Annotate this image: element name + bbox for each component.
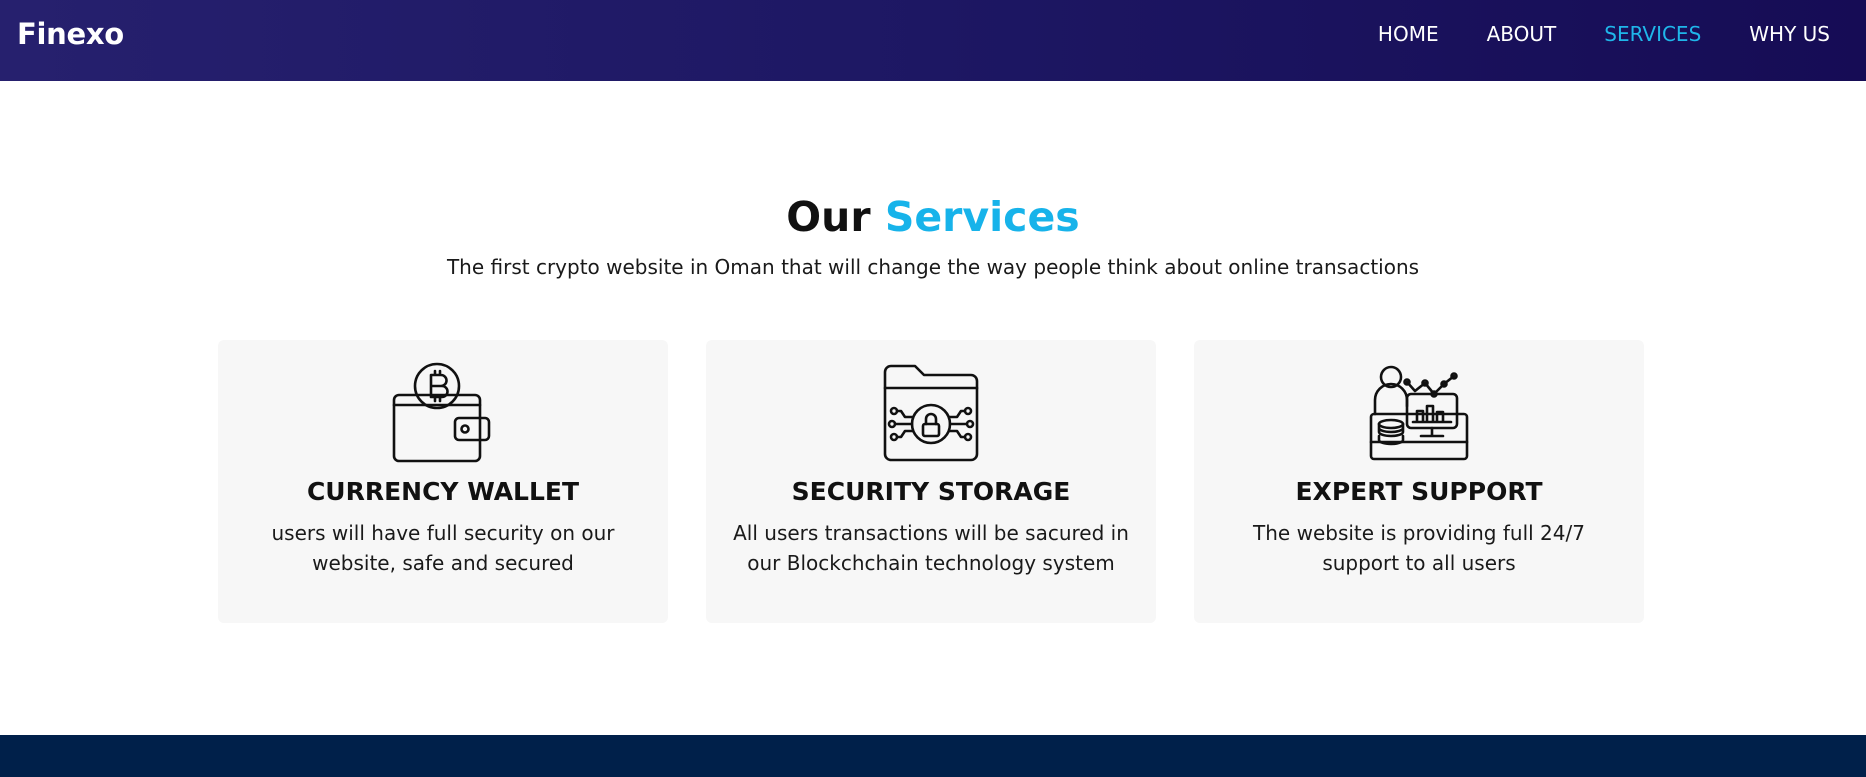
- brand-logo[interactable]: Finexo: [17, 17, 124, 51]
- service-cards: CURRENCY WALLET users will have full sec…: [218, 340, 1644, 623]
- footer-band: [0, 735, 1866, 777]
- nav-link-about[interactable]: ABOUT: [1463, 0, 1581, 68]
- expert-support-icon: [1369, 365, 1469, 461]
- service-card-text: users will have full security on our web…: [271, 521, 615, 575]
- section-title-accent: Services: [884, 193, 1080, 241]
- bitcoin-wallet-icon: [392, 362, 491, 463]
- section-title-prefix: Our: [786, 193, 871, 241]
- service-card-support: EXPERT SUPPORT The website is providing …: [1194, 340, 1644, 623]
- main-nav: HOME ABOUT SERVICES WHY US: [1354, 0, 1854, 68]
- service-card-title: CURRENCY WALLET: [306, 477, 580, 506]
- section-subtitle: The first crypto website in Oman that wi…: [446, 255, 1420, 279]
- service-card-text: All users transactions will be sacured i…: [733, 521, 1129, 575]
- services-section: Our Services The first crypto website in…: [0, 81, 1866, 735]
- nav-link-home[interactable]: HOME: [1354, 0, 1463, 68]
- service-card-security: SECURITY STORAGE All users transactions …: [706, 340, 1156, 623]
- secure-folder-icon: [883, 364, 979, 462]
- service-card-title: EXPERT SUPPORT: [1295, 477, 1543, 506]
- nav-link-why-us[interactable]: WHY US: [1725, 0, 1854, 68]
- service-card-wallet: CURRENCY WALLET users will have full sec…: [218, 340, 668, 623]
- top-navbar: Finexo HOME ABOUT SERVICES WHY US: [0, 0, 1866, 81]
- nav-link-services[interactable]: SERVICES: [1580, 0, 1725, 68]
- service-card-title: SECURITY STORAGE: [791, 477, 1071, 506]
- service-card-text: The website is providing full 24/7 suppo…: [1253, 521, 1585, 575]
- section-title: Our Services: [0, 193, 1866, 241]
